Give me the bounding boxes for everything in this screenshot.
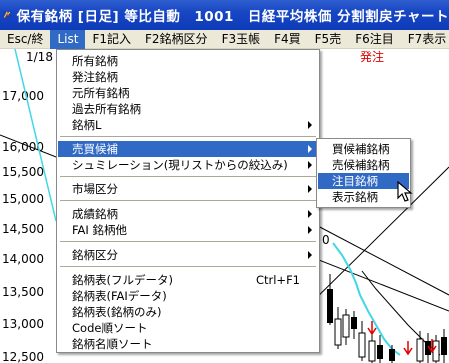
y-tick-label: 13,000 bbox=[2, 317, 44, 331]
menu-item-simulation[interactable]: シュミレーション(現リストからの絞込み) bbox=[58, 157, 318, 173]
moving-average-line bbox=[332, 242, 401, 356]
menu-separator bbox=[60, 266, 316, 267]
candle bbox=[416, 338, 424, 362]
submenu-arrow-icon bbox=[308, 226, 312, 234]
menu-item-label: 元所有銘柄 bbox=[72, 86, 130, 100]
candle bbox=[432, 340, 440, 362]
menu-separator bbox=[60, 200, 316, 201]
menu-separator bbox=[60, 176, 316, 177]
menu-f3-position-book[interactable]: F3玉帳 bbox=[215, 30, 268, 49]
y-tick-label: 14,000 bbox=[2, 252, 44, 266]
menu-item-past-owned-stocks[interactable]: 過去所有銘柄 bbox=[58, 101, 318, 117]
candle bbox=[358, 332, 366, 358]
y-tick-label: 13,500 bbox=[2, 285, 44, 299]
menu-item-label: シュミレーション(現リストからの絞込み) bbox=[72, 158, 288, 172]
menu-item-label: 銘柄表(フルデータ) bbox=[72, 273, 173, 287]
menu-item-label: 市場区分 bbox=[72, 182, 118, 196]
submenu-arrow-icon bbox=[308, 145, 312, 153]
menu-f1-entry[interactable]: F1記入 bbox=[85, 30, 138, 49]
menu-item-fai-stocks-other[interactable]: FAI 銘柄他 bbox=[58, 222, 318, 238]
y-tick-label: 12,500 bbox=[2, 350, 44, 363]
submenu-item-sell-candidates[interactable]: 売候補銘柄 bbox=[318, 157, 409, 173]
menu-item-label: 過去所有銘柄 bbox=[72, 102, 141, 116]
menu-item-market-segment[interactable]: 市場区分 bbox=[58, 181, 318, 197]
menu-item-label: 銘柄名順ソート bbox=[72, 337, 153, 351]
sell-signal-arrow bbox=[403, 341, 413, 356]
candle bbox=[441, 337, 447, 355]
menu-item-label: 銘柄区分 bbox=[72, 248, 118, 262]
order-label: 発注 bbox=[360, 49, 384, 64]
candle bbox=[334, 318, 342, 346]
submenu-arrow-icon bbox=[308, 210, 312, 218]
menu-item-label: 成績銘柄 bbox=[72, 207, 118, 221]
submenu-item-watch-stocks[interactable]: 注目銘柄 bbox=[318, 173, 409, 189]
menu-item-owned-stocks[interactable]: 所有銘柄 bbox=[58, 53, 318, 69]
y-tick-label: 17,000 bbox=[2, 89, 44, 103]
submenu-arrow-icon bbox=[308, 121, 312, 129]
menu-item-label: 銘柄L bbox=[72, 118, 102, 132]
menu-esc[interactable]: Esc/終 bbox=[0, 30, 50, 49]
menu-f4-buy[interactable]: F4買 bbox=[267, 30, 308, 49]
submenu-arrow-icon bbox=[308, 161, 312, 169]
menu-item-stock-table-names-only[interactable]: 銘柄表(銘柄のみ) bbox=[58, 304, 318, 320]
menu-item-stock-table-full[interactable]: 銘柄表(フルデータ) Ctrl+F1 bbox=[58, 272, 318, 288]
candle bbox=[368, 340, 376, 362]
menu-item-stock-list-l[interactable]: 銘柄L bbox=[58, 117, 318, 133]
menu-item-label: 発注銘柄 bbox=[72, 70, 118, 84]
menu-item-ordered-stocks[interactable]: 発注銘柄 bbox=[58, 69, 318, 85]
app-icon bbox=[3, 11, 12, 19]
candle bbox=[342, 314, 350, 338]
chart-marker-zero: 0 bbox=[322, 233, 330, 247]
menu-item-label: 銘柄表(銘柄のみ) bbox=[72, 305, 162, 319]
menu-separator bbox=[60, 241, 316, 242]
menu-separator bbox=[60, 136, 316, 137]
candle bbox=[327, 289, 333, 323]
title-bar[interactable]: 保有銘柄 [日足] 等比自動 1001 日経平均株価 分割割戻チャート bbox=[0, 0, 449, 30]
list-dropdown-menu: 所有銘柄 発注銘柄 元所有銘柄 過去所有銘柄 銘柄L 売買候補 シュミレーション… bbox=[56, 49, 320, 353]
menu-f6-watch[interactable]: F6注目 bbox=[348, 30, 401, 49]
submenu-item-display-stocks[interactable]: 表示銘柄 bbox=[318, 189, 409, 205]
y-tick-label: 14,500 bbox=[2, 222, 44, 236]
menu-f5-sell[interactable]: F5売 bbox=[308, 30, 349, 49]
menu-item-label: FAI 銘柄他 bbox=[72, 223, 127, 237]
chart-date-label: 1/18 bbox=[26, 50, 53, 64]
menu-item-label: 銘柄表(FAIデータ) bbox=[72, 289, 167, 303]
menu-item-label: 所有銘柄 bbox=[72, 54, 118, 68]
menu-item-label: 売買候補 bbox=[72, 142, 118, 156]
submenu-item-buy-candidates[interactable]: 買候補銘柄 bbox=[318, 141, 409, 157]
menu-item-label: Code順ソート bbox=[72, 321, 148, 335]
menu-f2-stock-category[interactable]: F2銘柄区分 bbox=[138, 30, 215, 49]
menu-bar: Esc/終 List F1記入 F2銘柄区分 F3玉帳 F4買 F5売 F6注目… bbox=[0, 29, 449, 49]
candle bbox=[351, 317, 357, 329]
submenu-arrow-icon bbox=[308, 251, 312, 259]
menu-item-trade-candidates[interactable]: 売買候補 bbox=[58, 141, 318, 157]
candlesticks bbox=[327, 274, 447, 363]
candle bbox=[377, 345, 383, 359]
shortcut-label: Ctrl+F1 bbox=[255, 273, 300, 287]
menu-item-sort-by-name[interactable]: 銘柄名順ソート bbox=[58, 336, 318, 352]
menu-item-stock-table-fai[interactable]: 銘柄表(FAIデータ) bbox=[58, 288, 318, 304]
menu-f7-display[interactable]: F7表示 bbox=[401, 30, 449, 49]
mouse-cursor-icon bbox=[397, 181, 413, 202]
candle bbox=[389, 349, 395, 361]
submenu-arrow-icon bbox=[308, 185, 312, 193]
menu-item-sort-by-code[interactable]: Code順ソート bbox=[58, 320, 318, 336]
menu-item-former-owned-stocks[interactable]: 元所有銘柄 bbox=[58, 85, 318, 101]
y-tick-label: 15,500 bbox=[2, 165, 44, 179]
y-tick-label: 15,000 bbox=[2, 192, 44, 206]
window-title: 保有銘柄 [日足] 等比自動 1001 日経平均株価 分割割戻チャート bbox=[16, 9, 449, 25]
menu-item-stock-category[interactable]: 銘柄区分 bbox=[58, 247, 318, 263]
menu-list[interactable]: List bbox=[50, 29, 86, 49]
menu-item-performance-stocks[interactable]: 成績銘柄 bbox=[58, 206, 318, 222]
